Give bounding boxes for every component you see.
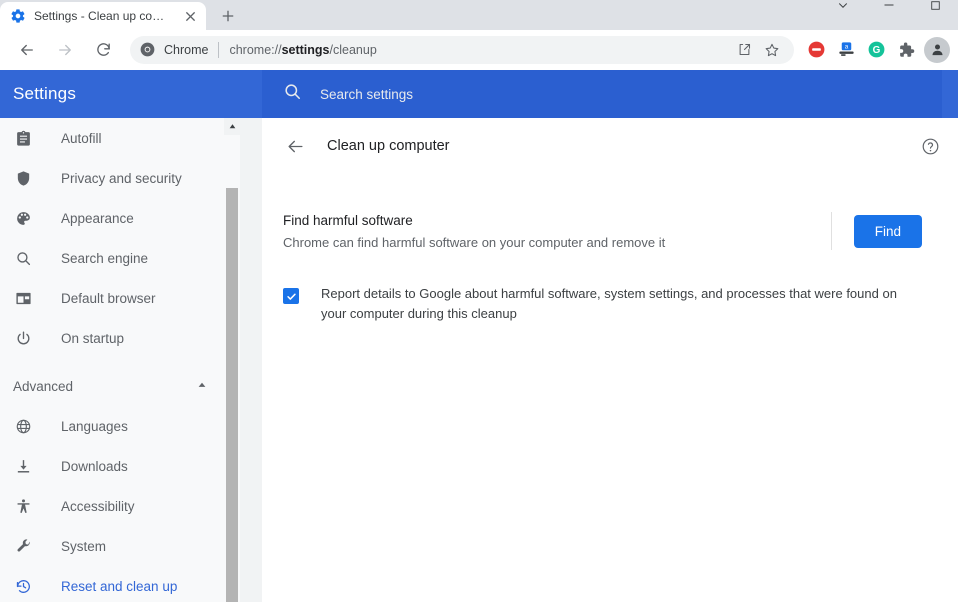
browser-toolbar: Chrome chrome://settings/cleanup bbox=[0, 30, 958, 70]
sidebar-item-label: Accessibility bbox=[61, 499, 135, 514]
scrollbar-up-arrow-icon[interactable] bbox=[224, 118, 240, 135]
clipboard-icon bbox=[13, 128, 33, 148]
power-icon bbox=[13, 328, 33, 348]
scrollbar-thumb[interactable] bbox=[226, 188, 238, 602]
report-details-row[interactable]: Report details to Google about harmful s… bbox=[262, 284, 958, 324]
sidebar-item-autofill[interactable]: Autofill bbox=[0, 118, 224, 158]
settings-header: Settings Search settings bbox=[0, 70, 958, 118]
tab-strip: Settings - Clean up computer bbox=[0, 0, 958, 30]
security-chip-label: Chrome bbox=[164, 43, 208, 57]
content-header: Clean up computer bbox=[262, 118, 958, 174]
globe-icon bbox=[13, 416, 33, 436]
star-icon[interactable] bbox=[760, 38, 784, 62]
find-harmful-software-row: Find harmful software Chrome can find ha… bbox=[262, 200, 958, 262]
url-prefix: chrome:// bbox=[229, 43, 281, 57]
share-icon[interactable] bbox=[732, 38, 756, 62]
sidebar-item-languages[interactable]: Languages bbox=[0, 406, 224, 446]
browser-window-icon bbox=[13, 288, 33, 308]
password-manager-icon[interactable]: a bbox=[834, 38, 858, 62]
chrome-logo-icon bbox=[140, 42, 156, 58]
sidebar-item-privacy-and-security[interactable]: Privacy and security bbox=[0, 158, 224, 198]
url-bold-part: settings bbox=[282, 43, 330, 57]
settings-gear-icon bbox=[10, 8, 26, 24]
find-section-title: Find harmful software bbox=[283, 213, 821, 228]
find-button[interactable]: Find bbox=[854, 215, 922, 248]
maximize-icon[interactable] bbox=[912, 0, 958, 20]
sidebar-item-label: System bbox=[61, 539, 106, 554]
sidebar-item-default-browser[interactable]: Default browser bbox=[0, 278, 224, 318]
avatar[interactable] bbox=[924, 37, 950, 63]
sidebar-item-reset-and-clean-up[interactable]: Reset and clean up bbox=[0, 566, 224, 602]
accessibility-icon bbox=[13, 496, 33, 516]
adblock-icon[interactable] bbox=[804, 38, 828, 62]
sidebar-section-advanced[interactable]: Advanced bbox=[0, 366, 224, 406]
search-placeholder: Search settings bbox=[320, 87, 413, 102]
settings-content: Clean up computer Find harmful software … bbox=[240, 118, 958, 602]
sidebar-scrollbar[interactable] bbox=[224, 118, 240, 602]
chevron-down-icon[interactable] bbox=[820, 0, 866, 20]
page-title: Settings bbox=[0, 70, 262, 118]
download-icon bbox=[13, 456, 33, 476]
sidebar-item-label: Privacy and security bbox=[61, 171, 182, 186]
forward-arrow-icon[interactable] bbox=[51, 36, 79, 64]
sidebar-item-label: Reset and clean up bbox=[61, 579, 177, 594]
svg-text:a: a bbox=[844, 44, 848, 51]
extension-icons: a G bbox=[800, 38, 918, 62]
new-tab-button[interactable] bbox=[214, 2, 242, 30]
find-text-block: Find harmful software Chrome can find ha… bbox=[283, 213, 821, 250]
close-icon[interactable] bbox=[182, 8, 198, 24]
extensions-puzzle-icon[interactable] bbox=[894, 38, 918, 62]
sidebar-item-label: Search engine bbox=[61, 251, 148, 266]
sidebar-item-label: Appearance bbox=[61, 211, 134, 226]
url-text: chrome://settings/cleanup bbox=[229, 43, 376, 57]
address-bar[interactable]: Chrome chrome://settings/cleanup bbox=[130, 36, 794, 64]
search-icon bbox=[13, 248, 33, 268]
row-divider bbox=[831, 212, 832, 250]
sidebar-item-appearance[interactable]: Appearance bbox=[0, 198, 224, 238]
content-card: Clean up computer Find harmful software … bbox=[262, 118, 958, 602]
tab-title: Settings - Clean up computer bbox=[34, 9, 174, 23]
shield-icon bbox=[13, 168, 33, 188]
chevron-up-icon bbox=[196, 379, 208, 394]
section-label: Advanced bbox=[13, 379, 196, 394]
minimize-icon[interactable] bbox=[866, 0, 912, 20]
back-arrow-icon[interactable] bbox=[281, 132, 309, 160]
help-circle-icon[interactable] bbox=[916, 132, 944, 160]
omnibox-actions bbox=[732, 38, 784, 62]
browser-window: Settings - Clean up computer bbox=[0, 0, 958, 602]
report-checkbox-label: Report details to Google about harmful s… bbox=[321, 284, 911, 324]
svg-text:G: G bbox=[872, 45, 880, 56]
wrench-icon bbox=[13, 536, 33, 556]
sidebar-item-label: Languages bbox=[61, 419, 128, 434]
sidebar-item-on-startup[interactable]: On startup bbox=[0, 318, 224, 358]
window-controls bbox=[820, 0, 958, 20]
url-suffix: /cleanup bbox=[330, 43, 377, 57]
reload-icon[interactable] bbox=[89, 36, 117, 64]
sidebar-item-label: On startup bbox=[61, 331, 124, 346]
settings-body: Autofill Privacy and security Appearance bbox=[0, 118, 958, 602]
search-icon bbox=[283, 82, 302, 106]
sidebar-item-downloads[interactable]: Downloads bbox=[0, 446, 224, 486]
omnibox-divider bbox=[218, 42, 219, 58]
sidebar-item-label: Default browser bbox=[61, 291, 156, 306]
sidebar-item-search-engine[interactable]: Search engine bbox=[0, 238, 224, 278]
search-input[interactable]: Search settings bbox=[262, 70, 942, 118]
settings-sidebar: Autofill Privacy and security Appearance bbox=[0, 118, 224, 602]
sidebar-item-label: Downloads bbox=[61, 459, 128, 474]
palette-icon bbox=[13, 208, 33, 228]
find-section-subtitle: Chrome can find harmful software on your… bbox=[283, 235, 821, 250]
report-checkbox[interactable] bbox=[283, 288, 299, 304]
sidebar-item-accessibility[interactable]: Accessibility bbox=[0, 486, 224, 526]
history-restore-icon bbox=[13, 576, 33, 596]
sidebar-item-label: Autofill bbox=[61, 131, 102, 146]
back-arrow-icon[interactable] bbox=[13, 36, 41, 64]
grammarly-icon[interactable]: G bbox=[864, 38, 888, 62]
sidebar-item-system[interactable]: System bbox=[0, 526, 224, 566]
content-title: Clean up computer bbox=[327, 138, 916, 154]
browser-tab[interactable]: Settings - Clean up computer bbox=[0, 2, 206, 30]
